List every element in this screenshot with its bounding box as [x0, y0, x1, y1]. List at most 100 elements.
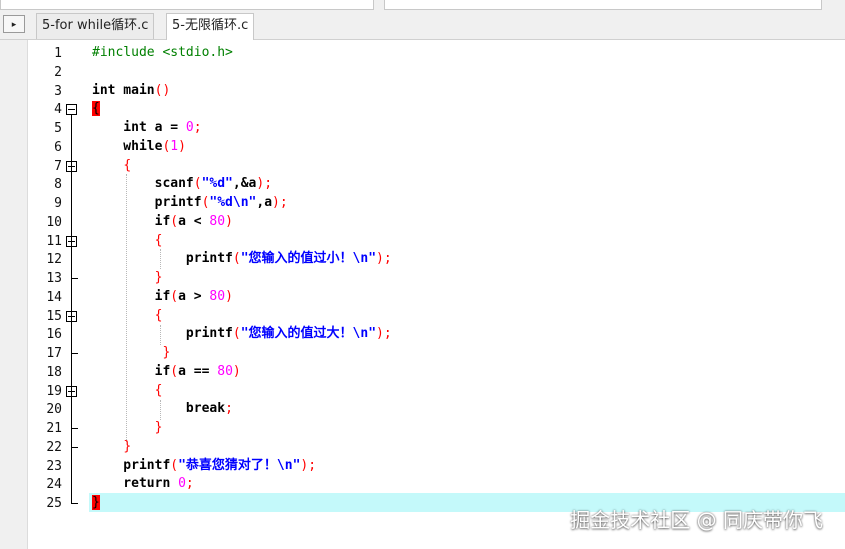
code-line[interactable]: printf("恭喜您猜对了！\n");	[92, 457, 392, 476]
code-token: );	[376, 251, 392, 267]
code-line[interactable]: }	[92, 419, 392, 438]
toolbar-area-right	[384, 0, 822, 10]
code-token: (	[170, 213, 179, 229]
code-token: scanf	[92, 176, 194, 192]
line-number: 20	[46, 402, 62, 418]
line-number: 5	[54, 121, 62, 136]
code-line[interactable]: if(a > 80)	[92, 288, 392, 307]
code-line[interactable]: break;	[92, 400, 392, 419]
code-token: (	[170, 288, 179, 304]
watermark: 掘金技术社区 @ 同庆带你飞	[570, 508, 823, 532]
code-editor[interactable]: #include <stdio.h> int main(){ int a = 0…	[92, 44, 392, 513]
code-token: if	[92, 363, 171, 379]
code-line[interactable]	[92, 63, 392, 82]
code-token: #include <stdio.h>	[92, 45, 233, 60]
code-line[interactable]: printf("您输入的值过大！\n");	[92, 325, 392, 344]
line-number: 9	[54, 196, 62, 211]
code-token: (	[193, 176, 202, 192]
code-token: ;	[193, 120, 202, 135]
code-line[interactable]: {	[92, 157, 392, 176]
line-number: 22	[46, 439, 62, 455]
line-number: 23	[46, 458, 62, 474]
code-line[interactable]: printf("您输入的值过小！\n");	[92, 250, 392, 269]
line-number: 19	[46, 383, 62, 399]
code-token: ,a	[256, 195, 273, 210]
code-token: a ==	[178, 363, 218, 379]
code-token: ;	[225, 401, 233, 417]
code-token: )	[178, 138, 186, 154]
code-line[interactable]: scanf("%d",&a);	[92, 175, 392, 194]
code-token: {	[154, 307, 163, 323]
line-number: 11	[46, 233, 62, 249]
code-line[interactable]: return 0;	[92, 475, 392, 494]
code-token: );	[272, 195, 288, 210]
code-token: {	[92, 101, 100, 117]
code-token: {	[123, 157, 132, 173]
line-number: 7	[54, 158, 62, 174]
code-token: {	[154, 382, 163, 398]
line-number: 17	[46, 346, 62, 361]
code-token: 80	[209, 288, 226, 304]
code-token: );	[256, 176, 273, 192]
line-number: 3	[54, 83, 62, 99]
tab-for-while[interactable]: 5-for while循环.c	[36, 13, 155, 39]
top-strip	[0, 0, 845, 10]
left-panel	[0, 40, 28, 549]
fold-end-marker	[71, 503, 78, 504]
code-token: while	[92, 138, 163, 154]
code-token: printf	[92, 195, 202, 210]
code-line[interactable]: {	[92, 307, 392, 326]
code-token: }	[92, 495, 100, 510]
line-number: 4	[54, 102, 62, 118]
line-number: 21	[46, 421, 62, 436]
code-token: "恭喜您猜对了！\n"	[178, 457, 301, 473]
code-line[interactable]: }	[92, 494, 392, 513]
fold-toggle-icon[interactable]	[66, 104, 77, 116]
tab-infinite-loop[interactable]: 5-无限循环.c	[166, 13, 255, 40]
line-number: 8	[54, 177, 62, 193]
toolbar-area-left	[0, 0, 374, 10]
code-line[interactable]: int a = 0;	[92, 119, 392, 138]
code-token: (	[170, 457, 179, 473]
line-number: 24	[46, 477, 62, 493]
code-token: }	[154, 420, 163, 435]
code-line[interactable]: int main()	[92, 82, 392, 101]
code-token: break	[92, 401, 226, 417]
code-token: )	[232, 363, 241, 379]
code-token: "%d\n"	[209, 195, 257, 210]
code-token: 0	[185, 120, 194, 135]
code-line[interactable]: while(1)	[92, 138, 392, 157]
code-token: (	[232, 251, 241, 267]
code-line[interactable]: {	[92, 100, 392, 119]
code-token: }	[123, 438, 132, 454]
line-number: 16	[46, 327, 62, 343]
code-token: printf	[92, 251, 233, 267]
code-token: "您输入的值过大！\n"	[240, 326, 377, 342]
code-line[interactable]: if(a < 80)	[92, 213, 392, 232]
code-token: 80	[209, 213, 226, 229]
code-line[interactable]: }	[92, 438, 392, 457]
code-token: ()	[154, 82, 171, 98]
tab-scroll-button[interactable]: ▸	[3, 15, 25, 33]
fold-end-marker	[71, 446, 78, 448]
code-line[interactable]: {	[92, 232, 392, 251]
code-token: );	[376, 326, 392, 342]
code-line[interactable]: #include <stdio.h>	[92, 44, 392, 63]
line-number: 18	[46, 364, 62, 380]
code-line[interactable]: printf("%d\n",a);	[92, 194, 392, 213]
code-line[interactable]: }	[92, 344, 392, 363]
fold-end-marker	[71, 278, 78, 279]
code-token: a >	[178, 288, 210, 304]
code-token: if	[92, 288, 171, 304]
code-line[interactable]: {	[92, 382, 392, 401]
line-number: 6	[54, 139, 62, 155]
code-line[interactable]: }	[92, 269, 392, 288]
fold-end-marker	[71, 428, 78, 429]
line-number: 15	[46, 308, 62, 324]
code-line[interactable]: if(a == 80)	[92, 363, 392, 382]
